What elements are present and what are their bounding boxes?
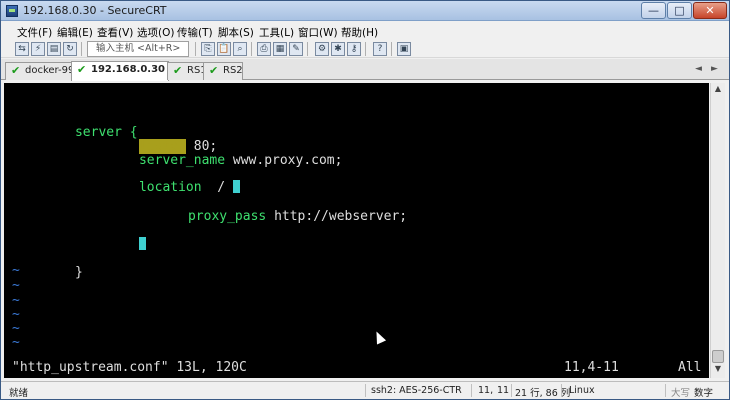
status-caps-lock: 大写 xyxy=(671,388,691,399)
text-cursor xyxy=(138,237,146,250)
connected-check-icon: ✔ xyxy=(209,64,219,77)
vertical-scrollbar[interactable]: ▲ ▼ xyxy=(710,83,725,378)
vim-scroll-position: All xyxy=(678,360,702,375)
status-separator xyxy=(471,384,472,397)
toolbar-separator xyxy=(81,42,82,56)
toolbar-separator xyxy=(365,42,366,56)
tab-rs2[interactable]: ✔ RS2 xyxy=(203,62,243,80)
tab-label: RS2 xyxy=(223,65,243,76)
status-num-lock: 数字 xyxy=(694,388,714,399)
toolbar-separator xyxy=(195,42,196,56)
session-tab-bar: ✔ docker-99 ✔ 192.168.0.30 ✔ RS1 ✔ RS2 ◄… xyxy=(1,59,729,81)
print-icon[interactable]: ⎙ xyxy=(257,42,271,56)
status-cipher: ssh2: AES-256-CTR xyxy=(371,385,462,396)
keyword-proxy-pass: proxy_pass xyxy=(187,209,267,224)
screenshot-icon[interactable]: ▣ xyxy=(397,42,411,56)
connected-check-icon: ✔ xyxy=(11,64,21,77)
quick-connect-icon[interactable]: ⚡ xyxy=(31,42,45,56)
toolbar-separator xyxy=(391,42,392,56)
copy-icon[interactable]: ⎘ xyxy=(201,42,215,56)
tab-scroll-right-icon[interactable]: ► xyxy=(711,64,718,74)
terminal-line: proxy_pass http://webserver; xyxy=(141,193,407,224)
menu-view[interactable]: 查看(V) xyxy=(97,25,133,40)
text-cursor xyxy=(232,180,240,193)
vim-file-status: "http_upstream.conf" 13L, 120C xyxy=(12,360,247,375)
tab-scroll-left-icon[interactable]: ◄ xyxy=(695,64,702,74)
terminal-line xyxy=(92,221,146,250)
close-button[interactable]: ✕ xyxy=(693,2,727,19)
status-os: Linux xyxy=(569,385,595,396)
quick-connect-input[interactable]: 输入主机 <Alt+R> xyxy=(87,41,189,57)
status-separator xyxy=(511,384,512,397)
vim-cursor-position: 11,4-11 xyxy=(564,360,619,375)
menu-tools[interactable]: 工具(L) xyxy=(259,25,294,40)
reconnect-icon[interactable]: ↻ xyxy=(63,42,77,56)
menu-options[interactable]: 选项(O) xyxy=(137,25,174,40)
connect-icon[interactable]: ⇆ xyxy=(15,42,29,56)
key-map-icon[interactable]: ⚷ xyxy=(347,42,361,56)
scroll-down-icon[interactable]: ▼ xyxy=(712,364,724,376)
empty-line-tilde: ~ xyxy=(12,278,20,293)
status-separator xyxy=(365,384,366,397)
server-name-value: www.proxy.com; xyxy=(225,153,343,168)
terminal-screen[interactable]: server { listen 80; server_name www.prox… xyxy=(4,83,709,378)
menu-window[interactable]: 窗口(W) xyxy=(298,25,338,40)
tab-label: 192.168.0.30 xyxy=(91,64,166,75)
menu-help[interactable]: 帮助(H) xyxy=(341,25,378,40)
status-col: 11 xyxy=(497,385,510,396)
tab-rs1[interactable]: ✔ RS1 xyxy=(167,62,207,80)
window-title: 192.168.0.30 - SecureCRT xyxy=(23,4,167,17)
minimize-button[interactable]: — xyxy=(641,2,666,19)
log-session-icon[interactable]: ✎ xyxy=(289,42,303,56)
proxy-pass-value: http://webserver; xyxy=(266,209,408,224)
status-row: 11, xyxy=(478,385,494,396)
menu-transfer[interactable]: 传输(T) xyxy=(177,25,213,40)
closing-brace: } xyxy=(74,265,83,280)
title-bar[interactable]: 192.168.0.30 - SecureCRT — □ ✕ xyxy=(1,1,729,21)
terminal-line: location / xyxy=(92,164,240,195)
terminal-line: } xyxy=(28,249,83,280)
empty-line-tilde: ~ xyxy=(12,263,20,278)
session-options-icon[interactable]: ⚙ xyxy=(315,42,329,56)
tab-label: docker-99 xyxy=(25,65,75,76)
global-options-icon[interactable]: ✱ xyxy=(331,42,345,56)
connect-in-tab-icon[interactable]: ▤ xyxy=(47,42,61,56)
toolbar-separator xyxy=(251,42,252,56)
securecrt-window: 192.168.0.30 - SecureCRT — □ ✕ 文件(F) 编辑(… xyxy=(0,0,730,400)
menu-edit[interactable]: 编辑(E) xyxy=(57,25,93,40)
toolbar-separator xyxy=(307,42,308,56)
connected-check-icon: ✔ xyxy=(173,64,183,77)
empty-line-tilde: ~ xyxy=(12,335,20,350)
tab-192-168-0-30[interactable]: ✔ 192.168.0.30 xyxy=(71,61,169,81)
menu-script[interactable]: 脚本(S) xyxy=(218,25,254,40)
find-icon[interactable]: ⌕ xyxy=(233,42,247,56)
securecrt-app-icon xyxy=(6,5,18,17)
maximize-button[interactable]: □ xyxy=(667,2,692,19)
menu-file[interactable]: 文件(F) xyxy=(17,25,52,40)
paste-icon[interactable]: 📋 xyxy=(217,42,231,56)
print-setup-icon[interactable]: ▦ xyxy=(273,42,287,56)
status-separator xyxy=(665,384,666,397)
toolbar: ⇆ ⚡ ▤ ↻ 输入主机 <Alt+R> ⎘ 📋 ⌕ ⎙ ▦ ✎ ⚙ ✱ ⚷ ?… xyxy=(1,40,729,58)
terminal-line: server_name www.proxy.com; xyxy=(92,137,343,168)
connected-check-icon: ✔ xyxy=(77,63,87,76)
status-ready: 就绪 xyxy=(9,388,29,399)
help-icon[interactable]: ? xyxy=(373,42,387,56)
status-bar: 就绪 ssh2: AES-256-CTR 11, 11 21 行, 86 列 L… xyxy=(1,381,729,399)
scroll-up-icon[interactable]: ▲ xyxy=(712,84,724,96)
menu-bar: 文件(F) 编辑(E) 查看(V) 选项(O) 传输(T) 脚本(S) 工具(L… xyxy=(1,22,729,40)
scroll-thumb[interactable] xyxy=(712,350,724,363)
status-separator xyxy=(561,384,562,397)
